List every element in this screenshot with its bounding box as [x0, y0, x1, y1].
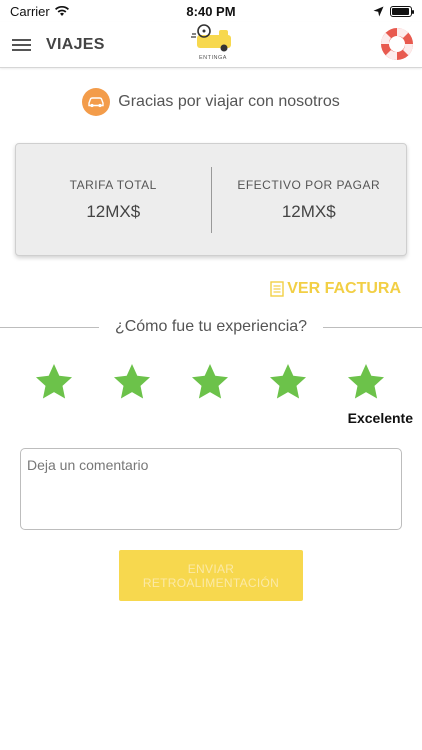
- view-invoice-label: VER FACTURA: [287, 280, 401, 297]
- thanks-message: Gracias por viajar con nosotros: [118, 93, 340, 110]
- star-rating: [0, 362, 422, 402]
- battery-icon: [390, 5, 414, 17]
- lifebuoy-icon[interactable]: [378, 25, 416, 63]
- invoice-icon: [270, 281, 284, 297]
- app-logo: ENTINGA: [191, 24, 231, 61]
- star-icon-3[interactable]: [190, 362, 230, 402]
- cash-to-pay-value: 12MX$: [281, 201, 336, 221]
- logo-text: ENTINGA: [199, 55, 227, 61]
- star-icon-4[interactable]: [268, 362, 308, 402]
- total-fare: TARIFA TOTAL 12MX$: [16, 178, 211, 222]
- page-title: VIAJES: [46, 35, 105, 53]
- star-icon-1[interactable]: [34, 362, 74, 402]
- status-bar: Carrier 8:40 PM: [0, 0, 422, 22]
- divider-line: [0, 326, 99, 328]
- experience-header: ¿Cómo fue tu experiencia?: [0, 316, 422, 338]
- view-invoice-link[interactable]: VER FACTURA: [270, 280, 401, 298]
- total-fare-value: 12MX$: [86, 201, 141, 221]
- divider-line: [323, 326, 422, 328]
- star-icon-5[interactable]: [346, 362, 386, 402]
- fare-summary-card: TARIFA TOTAL 12MX$ EFECTIVO POR PAGAR 12…: [15, 143, 407, 256]
- menu-button[interactable]: [12, 32, 38, 58]
- hamburger-line: [12, 48, 31, 51]
- carrier-label: Carrier: [10, 3, 50, 19]
- status-left: Carrier: [10, 4, 70, 19]
- comment-field[interactable]: [20, 448, 402, 530]
- location-arrow-icon: [373, 6, 384, 16]
- cash-to-pay: EFECTIVO POR PAGAR 12MX$: [212, 178, 407, 222]
- send-feedback-button[interactable]: ENVIAR RETROALIMENTACIÓN: [119, 550, 303, 601]
- thanks-row: Gracias por viajar con nosotros: [0, 88, 422, 116]
- star-icon-2[interactable]: [112, 362, 152, 402]
- nav-bar: VIAJES ENTINGA: [0, 22, 422, 68]
- cash-to-pay-label: EFECTIVO POR PAGAR: [237, 177, 381, 192]
- wifi-icon: [54, 5, 69, 16]
- car-icon: [82, 88, 111, 116]
- hamburger-icon: [12, 38, 31, 41]
- status-right: [373, 5, 414, 17]
- total-fare-label: TARIFA TOTAL: [69, 177, 157, 192]
- rating-label: Excelente: [347, 410, 413, 426]
- experience-question: ¿Cómo fue tu experiencia?: [114, 318, 308, 335]
- hamburger-line: [12, 43, 31, 46]
